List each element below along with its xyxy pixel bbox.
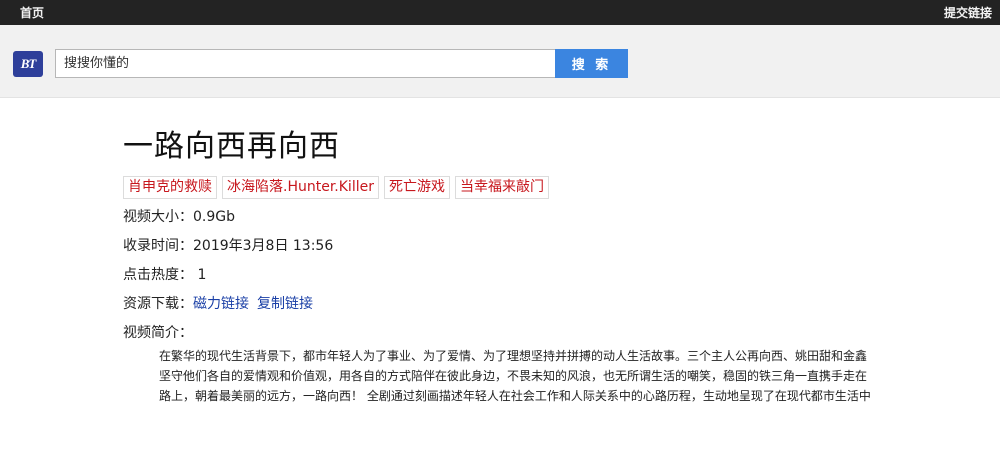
tag-link[interactable]: 当幸福来敲门 (454, 176, 549, 199)
intro-text: 在繁华的现代生活背景下，都市年轻人为了事业、为了爱情、为了理想坚持并拼搏的动人生… (159, 349, 871, 403)
site-logo[interactable]: BT (13, 51, 43, 77)
date-row: 收录时间：2019年3月8日 13:56 (123, 236, 883, 256)
download-label: 资源下载： (123, 296, 193, 312)
related-tags: 肖申克的救赎 冰海陷落.Hunter.Killer 死亡游戏 当幸福来敲门 (123, 176, 883, 199)
search-bar: BT 搜 索 (0, 25, 1000, 98)
tag-link[interactable]: 肖申克的救赎 (123, 176, 217, 199)
magnet-link[interactable]: 磁力链接 (193, 296, 249, 312)
home-link[interactable]: 首页 (20, 4, 44, 21)
date-label: 收录时间： (123, 238, 193, 254)
hot-row: 点击热度： 1 (123, 265, 883, 285)
date-value: 2019年3月8日 13:56 (193, 238, 334, 254)
copy-link[interactable]: 复制链接 (257, 296, 313, 312)
movie-detail: 一路向西再向西 肖申克的救赎 冰海陷落.Hunter.Killer 死亡游戏 当… (123, 125, 883, 406)
size-row: 视频大小：0.9Gb (123, 207, 883, 227)
search-button[interactable]: 搜 索 (555, 49, 628, 78)
size-label: 视频大小： (123, 209, 193, 225)
tag-link[interactable]: 冰海陷落.Hunter.Killer (222, 176, 379, 199)
intro-label: 视频简介： (123, 325, 193, 341)
movie-title: 一路向西再向西 (123, 129, 340, 164)
download-row: 资源下载：磁力链接 复制链接 (123, 294, 883, 314)
tag-link[interactable]: 死亡游戏 (383, 176, 450, 199)
size-value: 0.9Gb (193, 209, 235, 225)
logo-text: BT (20, 56, 37, 71)
search-input[interactable] (55, 49, 555, 78)
hot-label: 点击热度： (123, 267, 193, 283)
hot-value: 1 (197, 267, 207, 283)
submit-link[interactable]: 提交链接 (944, 4, 992, 21)
intro-row: 视频简介： (123, 323, 883, 343)
top-nav-bar: 首页 提交链接 (0, 0, 1000, 25)
